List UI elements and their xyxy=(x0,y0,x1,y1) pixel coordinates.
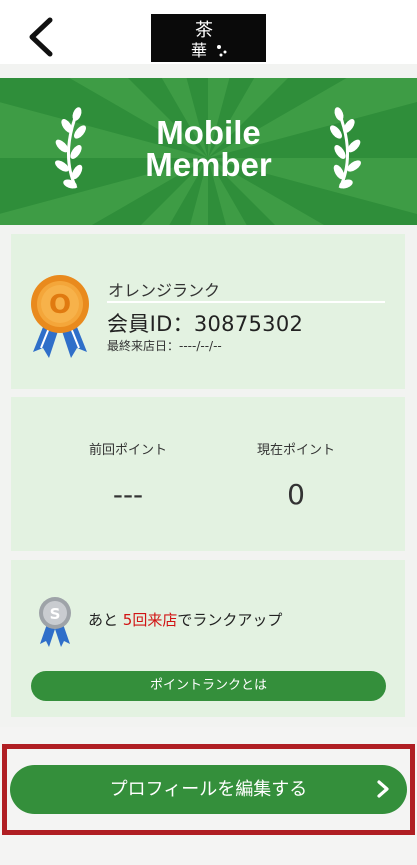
rankup-card: S あと 5回来店でランクアップ ポイントランクとは xyxy=(11,560,405,717)
member-id: 会員ID：30875302 xyxy=(107,312,304,336)
svg-text:O: O xyxy=(49,290,71,320)
hero-title-line1: Mobile xyxy=(156,114,261,151)
back-button[interactable] xyxy=(22,14,62,60)
points-card: 前回ポイント --- 現在ポイント 0 xyxy=(11,397,405,551)
hero-title-line2: Member xyxy=(145,146,272,183)
current-points-label: 現在ポイント xyxy=(256,443,335,458)
chevron-left-icon xyxy=(29,17,53,57)
chevron-right-icon xyxy=(377,780,389,798)
rankup-text-after: でランクアップ xyxy=(177,611,283,629)
rankup-text-before: あと xyxy=(88,611,123,629)
rank-card: O オレンジランク 会員ID：30875302 最終来店日：----/--/-- xyxy=(11,234,405,389)
svg-text:茶: 茶 xyxy=(195,20,213,41)
previous-points-value: --- xyxy=(112,478,144,511)
rankup-visits-remaining: 5回来店 xyxy=(122,611,178,629)
current-points: 現在ポイント 0 xyxy=(216,439,376,511)
hero-title: Mobile Member xyxy=(0,114,417,183)
orange-medal-icon: O xyxy=(27,274,93,366)
rank-name: オレンジランク xyxy=(108,281,221,300)
rankup-message: あと 5回来店でランクアップ xyxy=(88,609,282,630)
current-points-value: 0 xyxy=(287,478,305,511)
point-rank-info-button[interactable]: ポイントランクとは xyxy=(31,671,386,701)
svg-text:S: S xyxy=(50,605,61,623)
edit-profile-button[interactable]: プロフィールを編集する xyxy=(10,765,407,814)
previous-points: 前回ポイント --- xyxy=(48,439,208,511)
edit-profile-label: プロフィールを編集する xyxy=(109,779,308,800)
brand-logo[interactable]: 茶 華 xyxy=(151,14,266,62)
svg-text:華: 華 xyxy=(191,41,207,60)
previous-points-label: 前回ポイント xyxy=(88,443,167,458)
last-visit-date: 最終来店日：----/--/-- xyxy=(107,339,222,353)
member-page: 茶 華 Mobile Member O オレンジランク 会員ID：3087530… xyxy=(0,0,417,865)
rank-divider xyxy=(107,301,385,303)
top-bar: 茶 華 xyxy=(0,0,417,64)
silver-medal-icon: S xyxy=(35,596,75,652)
brand-logo-icon: 茶 華 xyxy=(191,20,227,60)
